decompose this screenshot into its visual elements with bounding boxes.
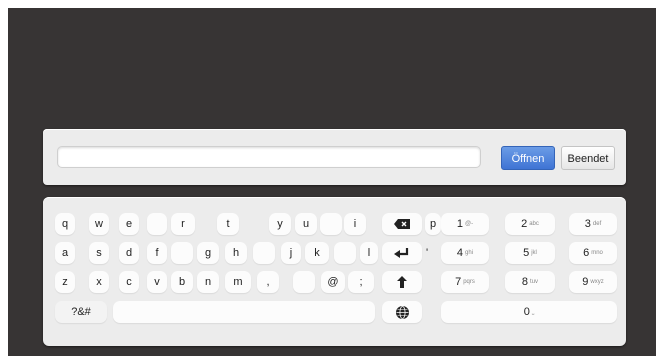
key-blank-1[interactable] <box>147 213 167 235</box>
symbols-key[interactable]: ?&# <box>55 301 107 323</box>
key-l[interactable]: l <box>360 242 378 264</box>
key-c[interactable]: c <box>119 271 139 293</box>
key-w[interactable]: w <box>89 213 109 235</box>
on-screen-keyboard: q w e r t y u i p a s d f g h j k l ' z … <box>43 197 626 346</box>
numpad-key-6[interactable]: 6 mno <box>569 242 617 264</box>
key-r[interactable]: r <box>171 213 195 235</box>
backspace-key[interactable] <box>382 213 422 235</box>
key-b[interactable]: b <box>171 271 193 293</box>
key-z[interactable]: z <box>55 271 75 293</box>
enter-key[interactable] <box>382 242 422 264</box>
key-k[interactable]: k <box>305 242 329 264</box>
numpad-key-1[interactable]: 1 @- <box>441 213 489 235</box>
numpad-key-0[interactable]: 0 ⎵ <box>441 301 617 323</box>
shift-key[interactable] <box>382 271 422 293</box>
key-v[interactable]: v <box>147 271 167 293</box>
key-s[interactable]: s <box>89 242 109 264</box>
language-key[interactable] <box>382 301 422 323</box>
numpad-key-3[interactable]: 3 def <box>569 213 617 235</box>
key-j[interactable]: j <box>281 242 301 264</box>
key-n[interactable]: n <box>197 271 219 293</box>
numpad-key-7[interactable]: 7 pqrs <box>441 271 489 293</box>
shift-icon <box>397 276 407 289</box>
key-p[interactable]: p <box>425 213 441 235</box>
space-key[interactable] <box>113 301 375 323</box>
key-blank-3[interactable] <box>171 242 193 264</box>
numpad-key-9[interactable]: 9 wxyz <box>569 271 617 293</box>
open-button[interactable]: Öffnen <box>501 146 555 170</box>
dark-background: Öffnen Beendet q w e r t y u i p a s d f… <box>8 8 656 356</box>
url-input-panel: Öffnen Beendet <box>43 129 626 185</box>
numpad-key-4[interactable]: 4 ghi <box>441 242 489 264</box>
numpad-key-2[interactable]: 2 abc <box>505 213 555 235</box>
key-apostrophe[interactable]: ' <box>421 242 433 264</box>
key-i[interactable]: i <box>344 213 366 235</box>
url-input-field[interactable] <box>57 146 481 168</box>
key-blank-6[interactable] <box>293 271 315 293</box>
enter-icon <box>394 248 409 259</box>
backspace-icon <box>394 219 410 230</box>
key-semicolon[interactable]: ; <box>348 271 374 293</box>
key-a[interactable]: a <box>55 242 75 264</box>
key-d[interactable]: d <box>119 242 139 264</box>
key-q[interactable]: q <box>55 213 75 235</box>
key-h[interactable]: h <box>225 242 247 264</box>
key-y[interactable]: y <box>269 213 291 235</box>
key-m[interactable]: m <box>225 271 251 293</box>
close-button[interactable]: Beendet <box>561 146 615 170</box>
key-e[interactable]: e <box>119 213 139 235</box>
numpad-key-5[interactable]: 5 jkl <box>505 242 555 264</box>
key-f[interactable]: f <box>147 242 167 264</box>
globe-icon <box>395 305 409 319</box>
key-u[interactable]: u <box>295 213 317 235</box>
key-comma[interactable]: , <box>257 271 279 293</box>
key-t[interactable]: t <box>217 213 239 235</box>
key-at[interactable]: @ <box>321 271 345 293</box>
key-blank-2[interactable] <box>320 213 342 235</box>
key-blank-5[interactable] <box>334 242 356 264</box>
numpad-key-8[interactable]: 8 tuv <box>505 271 555 293</box>
key-g[interactable]: g <box>197 242 219 264</box>
key-x[interactable]: x <box>89 271 109 293</box>
key-blank-4[interactable] <box>253 242 275 264</box>
